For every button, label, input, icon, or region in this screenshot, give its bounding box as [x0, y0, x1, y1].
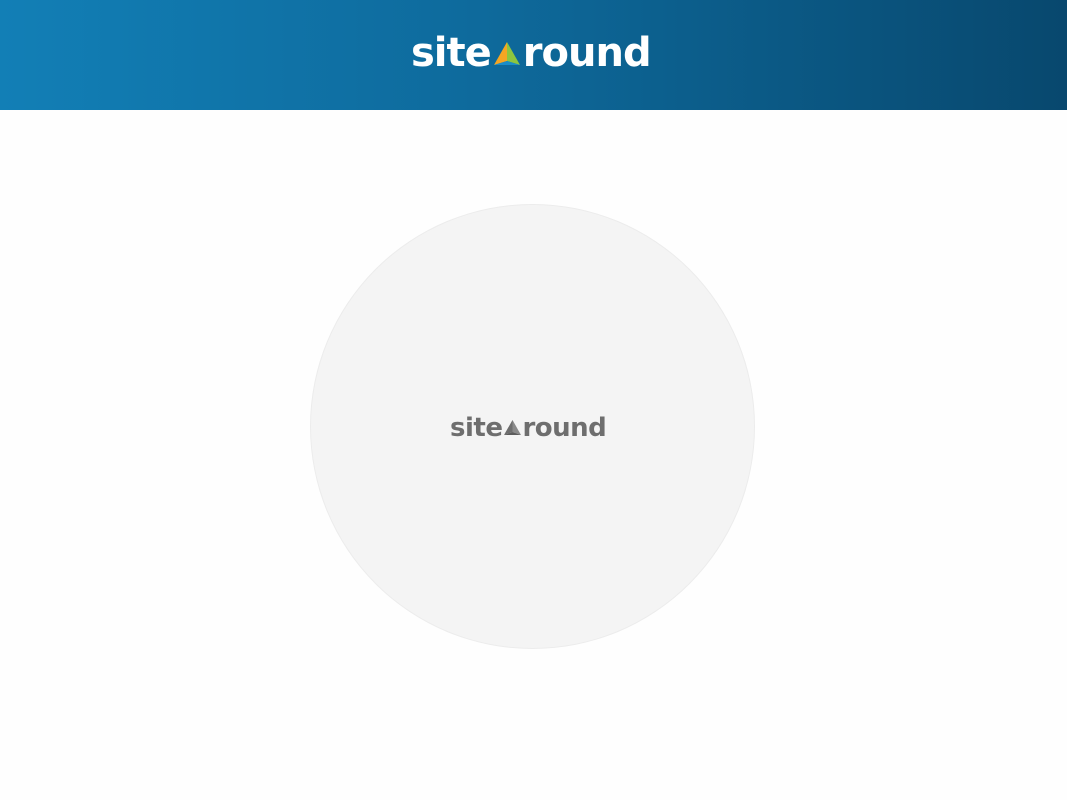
header-siteround-logo: site round [411, 30, 652, 76]
main-loading-stage [0, 110, 1067, 800]
header-logo-round-text: round [522, 30, 652, 76]
header-logo-site-text: site [411, 30, 492, 76]
loader-logo-site-text: site [450, 413, 503, 443]
loader-logo-round-text: round [522, 413, 607, 443]
loading-siteround-logo: site round [450, 411, 607, 445]
top-header-bar: site round [0, 0, 1067, 110]
tri-color-triangle-icon [492, 34, 522, 65]
triangle-icon [503, 412, 522, 435]
